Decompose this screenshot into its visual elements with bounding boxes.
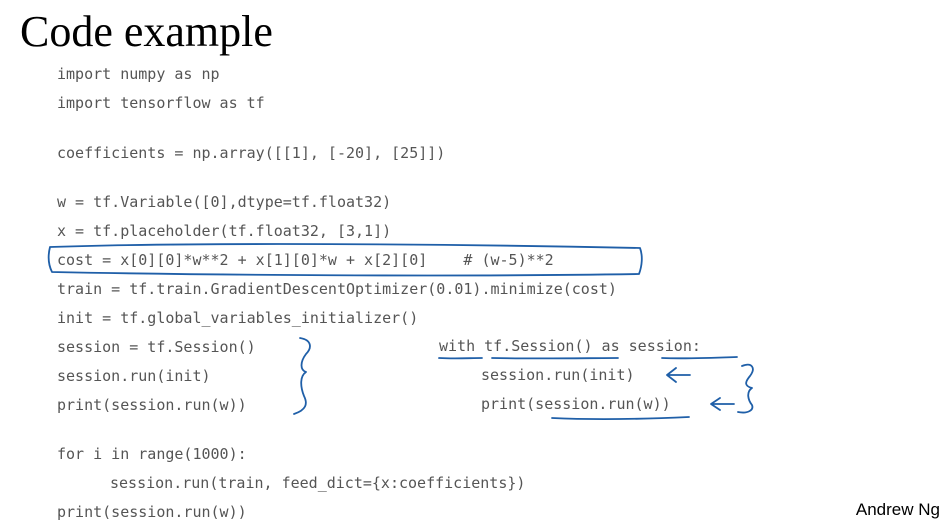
code-line-coefficients: coefficients = np.array([[1], [-20], [25…: [57, 144, 446, 162]
arrow-init: [666, 367, 691, 383]
code-line-placeholder-x: x = tf.placeholder(tf.float32, [3,1]): [57, 222, 392, 240]
code-line-import-tensorflow: import tensorflow as tf: [57, 94, 265, 112]
code-line-print-w: print(session.run(w)): [57, 396, 247, 414]
code-line-import-numpy: import numpy as np: [57, 65, 220, 83]
code-line-session-run-train: session.run(train, feed_dict={x:coeffici…: [110, 474, 526, 492]
alt-code-session-run-init: session.run(init): [481, 366, 635, 384]
slide-title: Code example: [20, 7, 273, 56]
code-line-print-w-final: print(session.run(w)): [57, 503, 247, 521]
alt-code-with-session: with tf.Session() as session:: [439, 337, 701, 355]
code-line-session: session = tf.Session(): [57, 338, 256, 356]
code-line-cost: cost = x[0][0]*w**2 + x[1][0]*w + x[2][0…: [57, 251, 554, 269]
alt-code-print-w: print(session.run(w)): [481, 395, 671, 413]
session-run-w-underline: [551, 416, 690, 420]
code-line-for-loop: for i in range(1000):: [57, 445, 247, 463]
author-credit: Andrew Ng: [855, 500, 940, 519]
code-line-variable-w: w = tf.Variable([0],dtype=tf.float32): [57, 193, 392, 211]
session-underline: [661, 356, 738, 360]
arrow-print: [710, 397, 735, 411]
code-line-init: init = tf.global_variables_initializer(): [57, 309, 419, 327]
code-line-train: train = tf.train.GradientDescentOptimize…: [57, 280, 617, 298]
code-line-session-run-init: session.run(init): [57, 367, 211, 385]
session-brace: [293, 337, 311, 415]
alt-brace: [737, 363, 754, 414]
